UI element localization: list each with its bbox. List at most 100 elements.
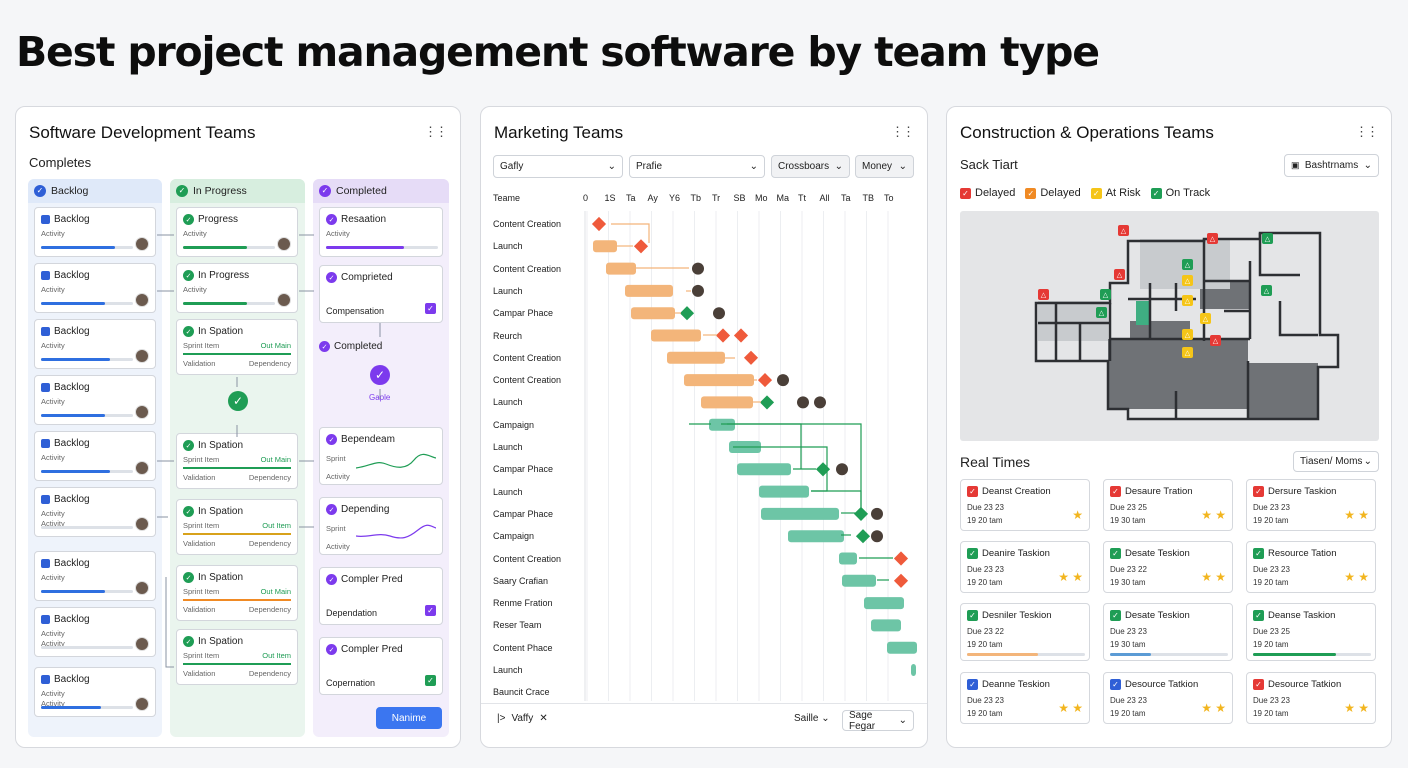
avatar: [692, 284, 704, 297]
status-icon: ✓: [1253, 548, 1264, 559]
star-icon: ★: [1072, 570, 1083, 584]
map-marker-icon[interactable]: △: [1207, 233, 1218, 244]
card-title-text: Desniler Teskion: [982, 610, 1052, 621]
close-icon[interactable]: ✕: [539, 713, 547, 724]
star-icon: ★: [1072, 701, 1083, 715]
footer-filter[interactable]: |> Vaffy ✕: [497, 713, 548, 724]
legend-label: Delayed: [1040, 187, 1081, 199]
star-icon: ★: [1072, 508, 1083, 522]
due-date: Due 23 23: [967, 503, 1004, 512]
status-icon: ✓: [1090, 187, 1102, 199]
task-card[interactable]: ✓ Deanse Taskion Due 23 25 19 20 tam: [1246, 603, 1376, 661]
floor-plan-map: [1034, 231, 1340, 421]
map-marker-icon[interactable]: △: [1182, 295, 1193, 306]
gantt-bar: [667, 351, 725, 364]
milestone-marker: [715, 328, 731, 343]
map-marker-icon[interactable]: △: [1182, 347, 1193, 358]
card-title: ✓ Desource Tatkion: [1253, 679, 1341, 690]
due-time: 19 20 tam: [1253, 578, 1289, 587]
avatar: [713, 307, 725, 320]
card-title-text: Dersure Taskion: [1268, 486, 1337, 497]
chevron-down-icon: ⌄: [1363, 160, 1372, 171]
task-card[interactable]: ✓ Desate Teskion Due 23 22 19 30 tam ★ ★: [1103, 541, 1233, 593]
due-date: Due 23 23: [967, 696, 1004, 705]
gantt-bar: [788, 530, 844, 543]
page-title: Best project management software by team…: [16, 28, 1100, 76]
map-marker-icon[interactable]: △: [1038, 289, 1049, 300]
gantt-bar: [737, 463, 791, 476]
gantt-bar: [759, 485, 809, 498]
card-title-text: Desource Tatkion: [1125, 679, 1199, 690]
task-card[interactable]: ✓ Desource Tatkion Due 23 23 19 20 tam ★ ★: [1103, 672, 1233, 724]
task-card[interactable]: ✓ Resource Tation Due 23 23 19 20 tam ★ ★: [1246, 541, 1376, 593]
legend-item: ✓ Delayed: [960, 187, 1015, 199]
view-dropdown[interactable]: ▣ Bashtrnams ⌄: [1284, 154, 1379, 177]
map-marker-icon[interactable]: △: [1182, 259, 1193, 270]
task-card[interactable]: ✓ Desaure Tration Due 23 25 19 30 tam ★ ★: [1103, 479, 1233, 531]
gantt-bar: [606, 262, 636, 275]
map-marker-icon[interactable]: △: [1118, 225, 1129, 236]
card-title-text: Resource Tation: [1268, 548, 1337, 559]
due-date: Due 23 25: [1110, 503, 1147, 512]
card-title-text: Deanst Creation: [982, 486, 1051, 497]
card-title: ✓ Desate Teskion: [1110, 610, 1190, 621]
due-time: 19 30 tam: [1110, 640, 1146, 649]
star-icon: ★: [1215, 570, 1226, 584]
card-title: ✓ Dersure Taskion: [1253, 486, 1336, 497]
card-title: ✓ Desaure Tration: [1110, 486, 1193, 497]
task-card[interactable]: ✓ Deanire Taskion Due 23 23 19 20 tam ★ ★: [960, 541, 1090, 593]
map-marker-icon[interactable]: △: [1182, 329, 1193, 340]
star-icon: ★: [1215, 701, 1226, 715]
chevron-down-icon: ⌄: [821, 713, 830, 724]
gantt-bar: [625, 284, 673, 297]
task-card[interactable]: ✓ Desate Teskion Due 23 23 19 30 tam: [1103, 603, 1233, 661]
star-icon: ★: [1344, 570, 1355, 584]
gantt-bar: [864, 597, 904, 610]
milestone-marker: [893, 551, 909, 566]
status-legend: ✓ Delayed ✓ Delayed ✓ At Risk ✓ On Track: [960, 187, 1220, 199]
milestone-marker: [591, 216, 607, 232]
task-card[interactable]: ✓ Deanst Creation Due 23 23 19 20 tam ★: [960, 479, 1090, 531]
due-time: 19 30 tam: [1110, 516, 1146, 525]
map-marker-icon[interactable]: △: [1100, 289, 1111, 300]
avatar: [871, 530, 883, 543]
legend-label: On Track: [1165, 187, 1211, 199]
map-marker-icon[interactable]: △: [1200, 313, 1211, 324]
status-icon: ✓: [967, 610, 978, 621]
task-card[interactable]: ✓ Dersure Taskion Due 23 23 19 20 tam ★ ★: [1246, 479, 1376, 531]
panel-subtitle: Sack Tiart: [960, 157, 1018, 172]
due-time: 19 20 tam: [1110, 709, 1146, 718]
chevron-down-icon: ⌄: [1363, 456, 1372, 467]
gantt-bar: [701, 396, 753, 409]
map-marker-icon[interactable]: △: [1182, 275, 1193, 286]
task-card[interactable]: ✓ Desniler Teskion Due 23 22 19 20 tam: [960, 603, 1090, 661]
task-card[interactable]: ✓ Deanne Teskion Due 23 23 19 20 tam ★ ★: [960, 672, 1090, 724]
card-title-text: Deanire Taskion: [982, 548, 1050, 559]
drag-handle-icon[interactable]: ⋮⋮: [1355, 124, 1379, 140]
section-title: Real Times: [960, 454, 1031, 470]
legend-label: At Risk: [1105, 187, 1141, 199]
map-marker-icon[interactable]: △: [1114, 269, 1125, 280]
due-date: Due 23 23: [1253, 503, 1290, 512]
gantt-bar: [839, 552, 857, 565]
map-marker-icon[interactable]: △: [1262, 233, 1273, 244]
map-marker-icon[interactable]: △: [1096, 307, 1107, 318]
card-title: ✓ Deanne Teskion: [967, 679, 1050, 690]
legend-label: Delayed: [975, 187, 1016, 199]
avatar: [797, 396, 809, 409]
time-dropdown[interactable]: Tiasen/ Moms ⌄: [1293, 451, 1379, 472]
task-card[interactable]: ✓ Desource Tatkion Due 23 23 19 20 tam ★ ★: [1246, 672, 1376, 724]
status-icon: ✓: [1025, 187, 1037, 199]
milestone-marker: [733, 328, 749, 343]
map-marker-icon[interactable]: △: [1261, 285, 1272, 296]
status-icon: ✓: [967, 486, 978, 497]
gantt-chart: [584, 211, 917, 701]
dropdown-label: Tiasen/ Moms: [1300, 456, 1363, 467]
filter-icon: |>: [497, 713, 506, 724]
card-title: ✓ Deanse Taskion: [1253, 610, 1335, 621]
scale-dropdown[interactable]: Saille ⌄: [794, 713, 830, 724]
view-dropdown[interactable]: Sage Fegar ⌄: [842, 710, 914, 732]
status-icon: ✓: [1253, 486, 1264, 497]
map-marker-icon[interactable]: △: [1210, 335, 1221, 346]
card-title-text: Desate Teskion: [1125, 610, 1190, 621]
